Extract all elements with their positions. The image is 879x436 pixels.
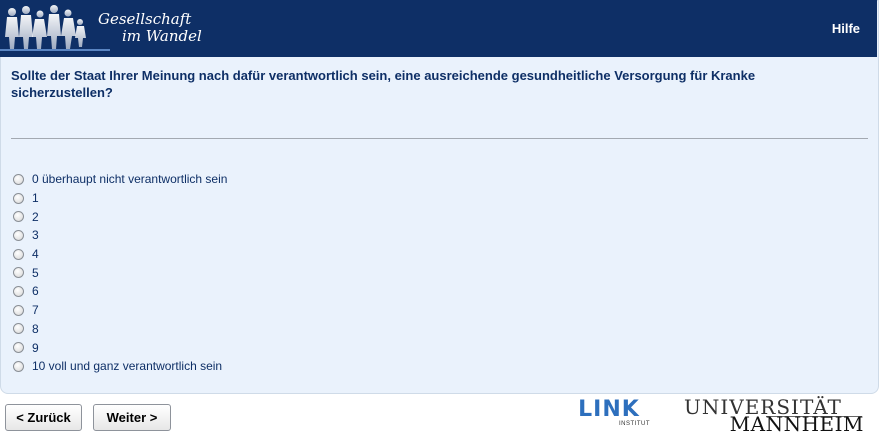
universitaet-mannheim-logo: UNIVERSITÄT MANNHEIM bbox=[684, 396, 864, 436]
option-5[interactable]: 5 bbox=[13, 263, 227, 282]
radio-button[interactable] bbox=[13, 342, 24, 354]
radio-button[interactable] bbox=[13, 360, 24, 372]
option-label: 7 bbox=[32, 303, 39, 318]
divider bbox=[11, 138, 868, 139]
option-6[interactable]: 6 bbox=[13, 282, 227, 301]
option-label: 10 voll und ganz verantwortlich sein bbox=[32, 359, 223, 374]
radio-button[interactable] bbox=[13, 248, 24, 260]
radio-button[interactable] bbox=[13, 323, 24, 335]
radio-button[interactable] bbox=[13, 285, 24, 297]
option-7[interactable]: 7 bbox=[13, 301, 227, 320]
link-logo-text: LINK bbox=[578, 397, 640, 422]
radio-button[interactable] bbox=[13, 192, 24, 204]
option-label: 9 bbox=[32, 340, 39, 355]
option-label: 4 bbox=[32, 247, 39, 262]
option-label: 1 bbox=[32, 191, 39, 206]
option-label: 0 überhaupt nicht verantwortlich sein bbox=[32, 172, 228, 187]
option-label: 8 bbox=[32, 321, 39, 336]
option-10[interactable]: 10 voll und ganz verantwortlich sein bbox=[13, 357, 227, 376]
option-0[interactable]: 0 überhaupt nicht verantwortlich sein bbox=[13, 170, 227, 189]
option-label: 6 bbox=[32, 284, 39, 299]
people-silhouettes-icon bbox=[0, 5, 110, 51]
answer-options: 0 überhaupt nicht verantwortlich sein 1 … bbox=[13, 170, 227, 376]
gesellschaft-im-wandel-logo: Gesellschaft im Wandel bbox=[0, 0, 230, 57]
link-institut-logo: LINK INSTITUT bbox=[566, 398, 652, 430]
option-2[interactable]: 2 bbox=[13, 207, 227, 226]
radio-button[interactable] bbox=[13, 211, 24, 223]
uni-logo-line2: MANNHEIM bbox=[729, 412, 864, 436]
option-9[interactable]: 9 bbox=[13, 338, 227, 357]
radio-button[interactable] bbox=[13, 304, 24, 316]
option-label: 5 bbox=[32, 265, 39, 280]
radio-button[interactable] bbox=[13, 229, 24, 241]
radio-button[interactable] bbox=[13, 267, 24, 279]
back-button[interactable]: < Zurück bbox=[5, 404, 82, 431]
option-label: 2 bbox=[32, 209, 39, 224]
question-text: Sollte der Staat Ihrer Meinung nach dafü… bbox=[11, 68, 756, 100]
option-8[interactable]: 8 bbox=[13, 320, 227, 339]
option-3[interactable]: 3 bbox=[13, 226, 227, 245]
option-label: 3 bbox=[32, 228, 39, 243]
help-link[interactable]: Hilfe bbox=[832, 21, 860, 36]
logo-text-line2: im Wandel bbox=[122, 27, 202, 45]
link-logo-subtext: INSTITUT bbox=[619, 421, 650, 427]
next-button[interactable]: Weiter > bbox=[93, 404, 171, 431]
header-bar: Gesellschaft im Wandel Hilfe bbox=[0, 0, 877, 57]
option-4[interactable]: 4 bbox=[13, 245, 227, 264]
radio-button[interactable] bbox=[13, 173, 24, 185]
logo-text-line1: Gesellschaft bbox=[98, 10, 192, 28]
option-1[interactable]: 1 bbox=[13, 189, 227, 208]
